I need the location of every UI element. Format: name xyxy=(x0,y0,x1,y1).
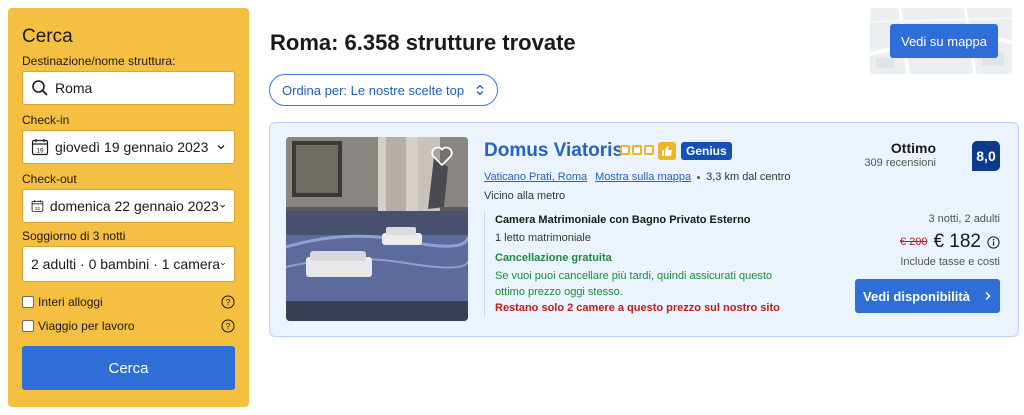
taxes-note: Include tasse e costi xyxy=(900,256,1000,268)
see-availability-button[interactable]: Vedi disponibilità xyxy=(855,279,1000,313)
free-cancellation: Cancellazione gratuita xyxy=(495,252,612,264)
entire-homes-checkbox[interactable] xyxy=(22,296,34,308)
sort-chevrons-icon xyxy=(476,84,484,96)
checkout-field[interactable]: 22 domenica 22 gennaio 2023 xyxy=(22,189,235,223)
sort-label: Ordina per: Le nostre scelte top xyxy=(282,82,465,98)
property-card: Domus Viatoris Genius Vaticano Prati, Ro… xyxy=(269,122,1019,337)
results-title: Roma: 6.358 strutture trovate xyxy=(270,30,576,55)
entire-homes-label: Interi alloggi xyxy=(38,295,103,309)
guests-value: 2 adulti · 0 bambini · 1 camera xyxy=(31,256,221,272)
calendar-icon: 19 xyxy=(31,139,49,156)
info-icon[interactable] xyxy=(987,235,1000,249)
room-name: Camera Matrimoniale con Bagno Privato Es… xyxy=(495,214,751,226)
checkin-day: 19 xyxy=(36,147,44,154)
star-rating xyxy=(620,145,654,155)
bed-type: 1 letto matrimoniale xyxy=(495,232,591,244)
destination-label: Destinazione/nome struttura: xyxy=(22,54,176,68)
chevron-down-icon xyxy=(221,262,226,266)
chevron-down-icon xyxy=(217,145,225,150)
destination-input[interactable]: Roma xyxy=(22,71,235,105)
svg-text:?: ? xyxy=(226,297,231,307)
see-availability-label: Vedi disponibilità xyxy=(863,288,970,304)
checkin-field[interactable]: 19 giovedì 19 gennaio 2023 xyxy=(22,130,235,164)
thumbs-up-icon xyxy=(658,142,676,160)
calendar-icon: 22 xyxy=(31,200,44,212)
show-on-map-button[interactable]: Vedi su mappa xyxy=(890,24,998,58)
search-button[interactable]: Cerca xyxy=(22,346,235,390)
checkin-label: Check-in xyxy=(22,113,70,127)
rating-word: Ottimo xyxy=(890,140,936,156)
chevron-right-icon xyxy=(985,291,991,301)
help-icon[interactable]: ? xyxy=(221,319,235,333)
scarcity-message: Restano solo 2 camere a questo prezzo su… xyxy=(495,302,780,314)
property-name-link[interactable]: Domus Viatoris xyxy=(484,140,623,162)
location-row: Vaticano Prati, Roma Mostra sulla mappa … xyxy=(484,171,791,183)
sidebar-title: Cerca xyxy=(22,26,73,47)
work-trip-label: Viaggio per lavoro xyxy=(38,319,135,333)
sort-dropdown[interactable]: Ordina per: Le nostre scelte top xyxy=(269,74,498,106)
near-metro-text: Vicino alla metro xyxy=(484,190,566,202)
stay-length-label: Soggiorno di 3 notti xyxy=(22,229,126,243)
distance-from-center: 3,3 km dal centro xyxy=(706,171,791,183)
entire-homes-checkbox-row[interactable]: Interi alloggi ? xyxy=(22,292,235,312)
checkout-label: Check-out xyxy=(22,172,77,186)
star-icon xyxy=(632,145,642,155)
genius-badge: Genius xyxy=(681,142,732,160)
work-trip-checkbox[interactable] xyxy=(22,320,34,332)
star-icon xyxy=(620,145,630,155)
search-icon xyxy=(32,80,48,96)
heart-icon[interactable] xyxy=(430,145,454,167)
separator-dot xyxy=(697,175,701,179)
property-photo[interactable] xyxy=(286,137,468,321)
review-count[interactable]: 309 recensioni xyxy=(864,157,936,169)
district-link[interactable]: Vaticano Prati, Roma xyxy=(484,171,587,183)
checkin-value: giovedì 19 gennaio 2023 xyxy=(55,139,209,155)
room-details: Camera Matrimoniale con Bagno Privato Es… xyxy=(484,211,780,317)
stay-info: 3 notti, 2 adulti xyxy=(928,213,1000,225)
work-trip-checkbox-row[interactable]: Viaggio per lavoro ? xyxy=(22,316,235,336)
destination-value: Roma xyxy=(55,80,93,96)
search-sidebar: Cerca Destinazione/nome struttura: Roma … xyxy=(8,8,249,407)
checkout-value: domenica 22 gennaio 2023 xyxy=(49,198,219,214)
star-icon xyxy=(644,145,654,155)
original-price: € 200 xyxy=(899,236,928,248)
review-score-badge[interactable]: 8,0 xyxy=(972,141,1000,171)
price-row: € 200 € 182 xyxy=(900,231,1000,253)
current-price: € 182 xyxy=(933,231,981,252)
cancellation-note: Se vuoi puoi cancellare più tardi, quind… xyxy=(495,270,772,298)
guests-select[interactable]: 2 adulti · 0 bambini · 1 camera xyxy=(22,246,235,282)
show-on-map-link[interactable]: Mostra sulla mappa xyxy=(595,171,691,183)
chevron-down-icon xyxy=(219,204,225,208)
checkout-day: 22 xyxy=(35,206,41,211)
help-icon[interactable]: ? xyxy=(221,295,235,309)
svg-text:?: ? xyxy=(226,321,231,331)
